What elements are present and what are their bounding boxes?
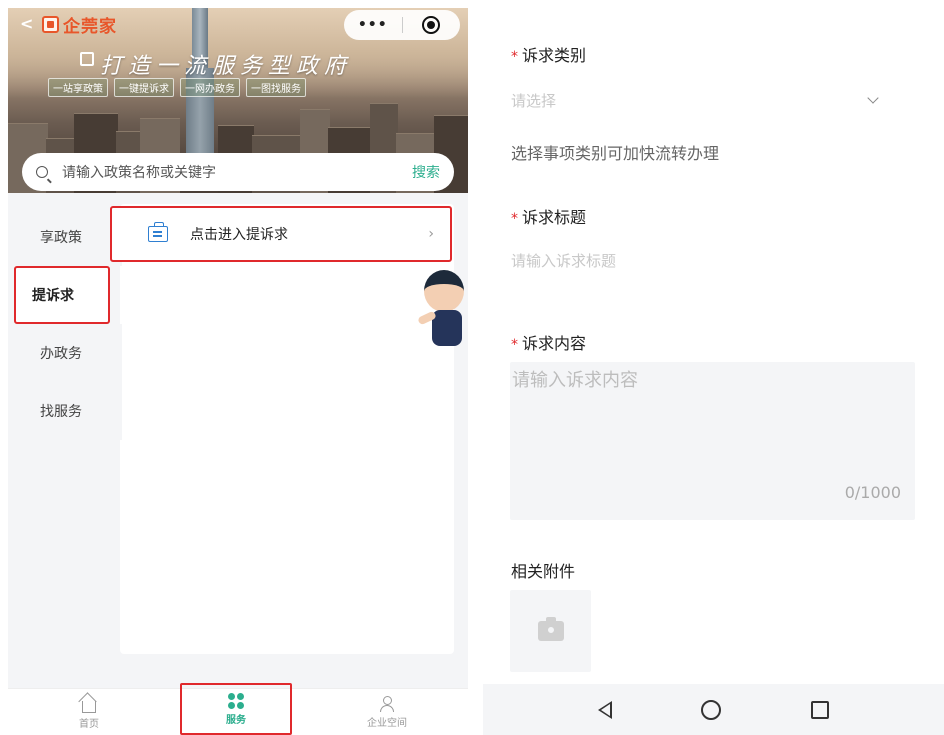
search-button[interactable]: 搜索: [412, 162, 440, 182]
tab-home-label: 首页: [79, 718, 99, 730]
side-nav: 享政策 提诉求 办政务 找服务: [14, 208, 122, 440]
hero-subtitles: 一站享政策 一键提诉求 一网办政务 一图找服务: [48, 78, 306, 97]
category-select[interactable]: 请选择: [511, 86, 879, 114]
camera-icon: [537, 617, 564, 641]
chevron-right-icon: ›: [428, 226, 434, 242]
category-hint: 选择事项类别可加快流转办理: [511, 144, 720, 163]
title-input[interactable]: 请输入诉求标题: [511, 250, 616, 271]
search-icon: [36, 166, 48, 178]
required-mark: *: [511, 49, 518, 65]
target-icon[interactable]: [402, 16, 460, 34]
user-icon: [379, 695, 395, 712]
mascot-image[interactable]: [417, 270, 468, 370]
hero-subtitle: 一图找服务: [246, 78, 306, 97]
brand: 企莞家: [42, 12, 117, 37]
miniprogram-capsule: •••: [344, 10, 460, 40]
hero-logo-icon: [80, 52, 94, 66]
brand-name: 企莞家: [63, 17, 117, 37]
category-label-text: 诉求类别: [522, 46, 587, 65]
policy-search-bar[interactable]: 请输入政策名称或关键字 搜索: [22, 153, 454, 191]
tab-home[interactable]: 首页: [8, 689, 170, 735]
side-nav-item-affairs[interactable]: 办政务: [24, 324, 122, 382]
content-placeholder: 请输入诉求内容: [512, 370, 638, 391]
content-label-text: 诉求内容: [522, 334, 587, 353]
content-textarea[interactable]: 请输入诉求内容 0/1000: [510, 362, 915, 520]
system-navigation-bar: [483, 684, 944, 735]
more-icon[interactable]: •••: [344, 17, 402, 33]
category-label: * 诉求类别: [511, 42, 586, 66]
brand-logo-icon: [42, 16, 59, 33]
search-input[interactable]: 请输入政策名称或关键字: [62, 162, 412, 182]
hero-subtitle: 一网办政务: [180, 78, 240, 97]
home-circle-icon[interactable]: [701, 699, 722, 720]
hero-title: 打造一流服务型政府: [100, 54, 353, 79]
side-nav-item-policy[interactable]: 享政策: [24, 208, 122, 266]
services-icon: [228, 692, 244, 709]
tab-services[interactable]: 服务: [180, 683, 292, 735]
attachments-label: 相关附件: [511, 562, 576, 581]
tab-enterprise-space[interactable]: 企业空间: [306, 689, 468, 735]
recent-apps-icon[interactable]: [811, 700, 830, 719]
form-icon: [148, 222, 168, 242]
hero-subtitle: 一站享政策: [48, 78, 108, 97]
character-counter: 0/1000: [844, 483, 901, 502]
required-mark: *: [511, 211, 518, 227]
category-placeholder: 请选择: [511, 91, 557, 110]
enter-appeal-row[interactable]: 点击进入提诉求 ›: [110, 206, 452, 262]
side-nav-item-services[interactable]: 找服务: [24, 382, 122, 440]
hero-subtitle: 一键提诉求: [114, 78, 174, 97]
required-mark: *: [511, 337, 518, 353]
left-phone-screen: < 企莞家 ••• 打造一流服务型政府 一站享政策 一键提诉求 一网办政务 一图…: [8, 8, 468, 735]
back-icon[interactable]: [597, 700, 612, 719]
chevron-down-icon: [867, 92, 879, 104]
tab-services-label: 服务: [226, 714, 246, 726]
side-nav-item-appeal[interactable]: 提诉求: [14, 266, 110, 324]
home-icon: [82, 700, 96, 713]
content-label: * 诉求内容: [511, 330, 586, 354]
upload-attachment-button[interactable]: [510, 590, 591, 672]
enter-appeal-label: 点击进入提诉求: [190, 227, 288, 243]
title-label-text: 诉求标题: [522, 208, 587, 227]
right-phone-screen: * 诉求类别 请选择 选择事项类别可加快流转办理 * 诉求标题 请输入诉求标题 * 诉…: [483, 0, 944, 735]
bottom-tabbar: 首页 服务 企业空间: [8, 683, 468, 735]
title-label: * 诉求标题: [511, 204, 586, 228]
service-content-panel: [120, 204, 454, 654]
tab-enterprise-space-label: 企业空间: [367, 717, 407, 729]
chevron-left-icon[interactable]: <: [20, 14, 33, 33]
